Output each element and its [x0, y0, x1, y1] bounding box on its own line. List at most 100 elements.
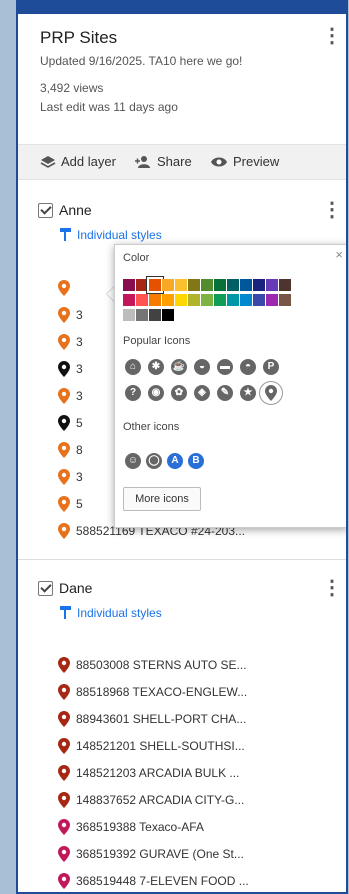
- map-description[interactable]: Updated 9/16/2025. TA10 here we go!: [40, 54, 242, 68]
- layer-feature-item[interactable]: 3: [58, 469, 83, 485]
- feature-label: 88943601 SHELL-PORT CHA...: [76, 712, 247, 726]
- layer-feature-item[interactable]: 368519448 7-ELEVEN FOOD ...: [58, 873, 249, 889]
- layer-anne-header[interactable]: Anne: [38, 202, 92, 218]
- letter-b-icon[interactable]: B: [188, 453, 204, 469]
- color-swatch[interactable]: [162, 279, 174, 291]
- layer-anne-name[interactable]: Anne: [59, 202, 92, 218]
- color-swatch[interactable]: [201, 294, 213, 306]
- layer-feature-item[interactable]: 3: [58, 388, 83, 404]
- layer-dane-header[interactable]: Dane: [38, 580, 92, 596]
- color-swatch[interactable]: [240, 294, 252, 306]
- other-icons-label: Other icons: [123, 421, 180, 433]
- add-person-icon: [135, 155, 150, 168]
- layer-dane-options-icon[interactable]: ⋮: [322, 576, 342, 600]
- layers-icon: [40, 155, 56, 168]
- layer-feature-item[interactable]: 3: [58, 334, 83, 350]
- layer-feature-item[interactable]: 148521201 SHELL-SOUTHSI...: [58, 738, 245, 754]
- map-pin-icon: [58, 388, 70, 404]
- color-swatch[interactable]: [188, 294, 200, 306]
- color-swatch[interactable]: [175, 294, 187, 306]
- layer-feature-item[interactable]: 148837652 ARCADIA CITY-G...: [58, 792, 244, 808]
- map-pin-icon: [58, 711, 70, 727]
- color-swatch[interactable]: [266, 279, 278, 291]
- question-icon[interactable]: ?: [125, 385, 141, 401]
- feature-label: 8: [76, 443, 83, 457]
- pin-icon[interactable]: [259, 381, 283, 405]
- color-swatch[interactable]: [136, 279, 148, 291]
- bag-icon[interactable]: ◓: [240, 359, 256, 375]
- feature-label: 5: [76, 497, 83, 511]
- star-icon[interactable]: ✱: [148, 359, 164, 375]
- feature-label: 368519392 GURAVE (One St...: [76, 847, 244, 861]
- map-pin-icon: [58, 415, 70, 431]
- layer-feature-item[interactable]: 148521203 ARCADIA BULK ...: [58, 765, 239, 781]
- ski-icon[interactable]: ✎: [217, 385, 233, 401]
- layer-feature-item[interactable]: 8: [58, 442, 83, 458]
- add-layer-button[interactable]: Add layer: [40, 154, 116, 169]
- cup-icon[interactable]: ☕: [171, 359, 187, 375]
- color-swatch[interactable]: [279, 279, 291, 291]
- map-legend-panel: PRP Sites ⋮ Updated 9/16/2025. TA10 here…: [18, 14, 346, 892]
- layer-feature-item[interactable]: 88943601 SHELL-PORT CHA...: [58, 711, 246, 727]
- walk-icon[interactable]: ✿: [171, 385, 187, 401]
- face-icon[interactable]: ☺: [125, 453, 141, 469]
- layer-anne-checkbox[interactable]: [38, 202, 53, 218]
- layer-feature-item[interactable]: 88518968 TEXACO-ENGLEW...: [58, 684, 247, 700]
- layer-feature-item[interactable]: 368519392 GURAVE (One St...: [58, 846, 244, 862]
- layer-dane-styles-label: Individual styles: [77, 606, 162, 620]
- color-swatch[interactable]: [123, 309, 135, 321]
- bus-icon[interactable]: ▬: [217, 359, 233, 375]
- color-swatch[interactable]: [175, 279, 187, 291]
- bike-icon[interactable]: ◈: [194, 385, 210, 401]
- map-title[interactable]: PRP Sites: [40, 28, 117, 48]
- color-swatch[interactable]: [253, 279, 265, 291]
- layer-anne-options-icon[interactable]: ⋮: [322, 198, 342, 222]
- more-icons-button[interactable]: More icons: [123, 487, 201, 511]
- flag-icon[interactable]: ★: [240, 385, 256, 401]
- preview-button[interactable]: Preview: [210, 154, 279, 169]
- letter-a-icon[interactable]: A: [167, 453, 183, 469]
- color-swatch[interactable]: [123, 294, 135, 306]
- layer-anne-styles[interactable]: Individual styles: [60, 228, 162, 242]
- map-options-icon[interactable]: ⋮: [322, 24, 342, 48]
- color-swatch[interactable]: [149, 309, 161, 321]
- layer-feature-item[interactable]: 5: [58, 415, 83, 431]
- color-swatch[interactable]: [162, 294, 174, 306]
- layer-feature-item[interactable]: 88503008 STERNS AUTO SE...: [58, 657, 247, 673]
- layer-feature-item[interactable]: 3: [58, 307, 83, 323]
- color-swatch[interactable]: [188, 279, 200, 291]
- layer-feature-item[interactable]: [58, 280, 76, 296]
- share-button[interactable]: Share: [134, 154, 192, 169]
- circle-icon[interactable]: ◯: [146, 453, 162, 469]
- color-swatch[interactable]: [214, 279, 226, 291]
- color-swatch[interactable]: [227, 294, 239, 306]
- color-swatch[interactable]: [240, 279, 252, 291]
- color-swatch[interactable]: [162, 309, 174, 321]
- color-swatch[interactable]: [266, 294, 278, 306]
- layer-dane-name[interactable]: Dane: [59, 580, 92, 596]
- home-icon[interactable]: ⌂: [125, 359, 141, 375]
- feature-label: 5: [76, 416, 83, 430]
- layer-feature-item[interactable]: 368519388 Texaco-AFA: [58, 819, 204, 835]
- camera-icon[interactable]: ◉: [148, 385, 164, 401]
- layer-dane-checkbox[interactable]: [38, 580, 53, 596]
- shop-icon[interactable]: ◒: [194, 359, 210, 375]
- color-swatch[interactable]: [123, 279, 135, 291]
- layer-feature-item[interactable]: 3: [58, 361, 83, 377]
- color-swatch[interactable]: [136, 309, 148, 321]
- close-icon[interactable]: ×: [335, 247, 343, 262]
- color-swatch[interactable]: [253, 294, 265, 306]
- layer-feature-item[interactable]: 5: [58, 496, 83, 512]
- layer-anne-styles-label: Individual styles: [77, 228, 162, 242]
- color-swatch[interactable]: [227, 279, 239, 291]
- color-swatch[interactable]: [201, 279, 213, 291]
- color-swatch[interactable]: [279, 294, 291, 306]
- color-swatch[interactable]: [136, 294, 148, 306]
- popup-arrow: [106, 286, 114, 302]
- layer-dane-styles[interactable]: Individual styles: [60, 606, 162, 620]
- color-swatch[interactable]: [149, 294, 161, 306]
- color-swatch[interactable]: [149, 279, 161, 291]
- color-swatch[interactable]: [214, 294, 226, 306]
- parking-icon[interactable]: P: [263, 359, 279, 375]
- map-pin-icon: [58, 496, 70, 512]
